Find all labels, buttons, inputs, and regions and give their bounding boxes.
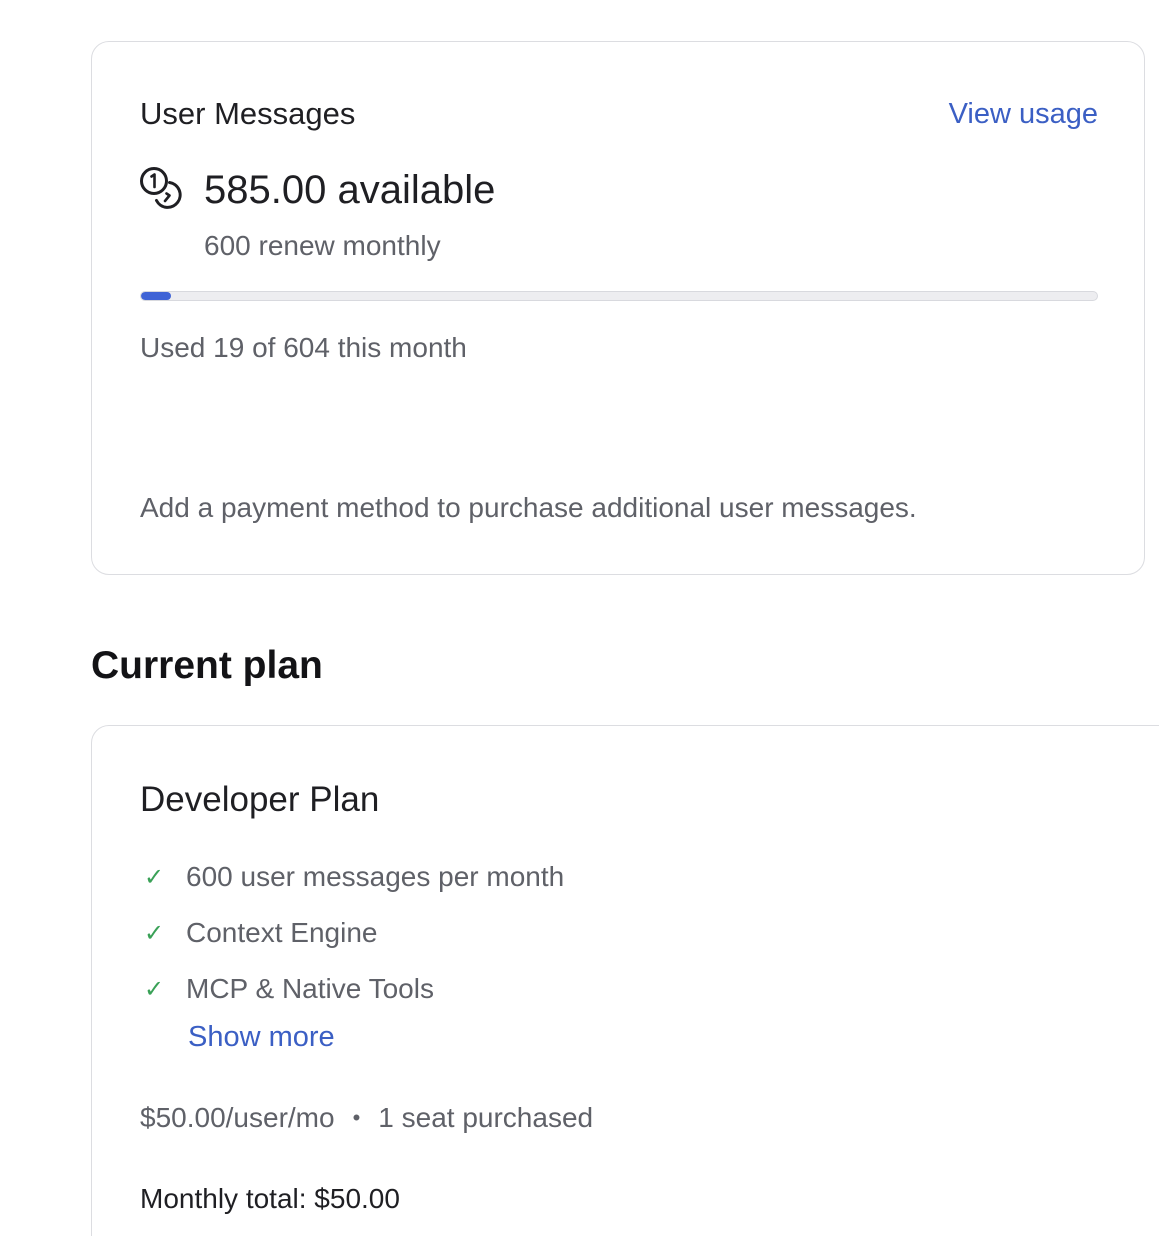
seat-count: 1 seat purchased xyxy=(378,1102,594,1133)
feature-label: MCP & Native Tools xyxy=(186,973,434,1004)
usage-summary: Used 19 of 604 this month xyxy=(140,332,467,363)
available-count: 585.00 available xyxy=(204,168,496,212)
feature-item: ✓ MCP & Native Tools xyxy=(140,961,564,1017)
billing-page: User Messages View usage 585.00 availabl… xyxy=(0,0,1159,1236)
usage-progress-fill xyxy=(141,292,171,300)
coins-icon xyxy=(140,167,182,209)
card-title: User Messages xyxy=(140,96,356,131)
monthly-total: Monthly total: $50.00 xyxy=(140,1183,400,1214)
view-usage-link[interactable]: View usage xyxy=(949,94,1098,134)
usage-progress-bar xyxy=(140,291,1098,301)
show-more-link[interactable]: Show more xyxy=(188,1017,335,1057)
price-per-user: $50.00/user/mo xyxy=(140,1102,335,1133)
user-messages-card: User Messages View usage 585.00 availabl… xyxy=(91,41,1145,575)
plan-name: Developer Plan xyxy=(140,780,380,819)
pricing-info: $50.00/user/mo • 1 seat purchased xyxy=(140,1099,593,1137)
payment-note: Add a payment method to purchase additio… xyxy=(140,492,917,523)
current-plan-heading: Current plan xyxy=(91,644,323,687)
check-icon: ✓ xyxy=(144,919,165,947)
feature-list: ✓ 600 user messages per month ✓ Context … xyxy=(140,849,564,1017)
feature-item: ✓ Context Engine xyxy=(140,905,564,961)
plan-card: Developer Plan ✓ 600 user messages per m… xyxy=(91,725,1159,1236)
feature-label: Context Engine xyxy=(186,917,378,948)
separator-dot: • xyxy=(352,1105,361,1130)
check-icon: ✓ xyxy=(144,975,165,1003)
renew-info: 600 renew monthly xyxy=(204,230,441,261)
feature-item: ✓ 600 user messages per month xyxy=(140,849,564,905)
check-icon: ✓ xyxy=(144,863,165,891)
feature-label: 600 user messages per month xyxy=(186,861,565,892)
